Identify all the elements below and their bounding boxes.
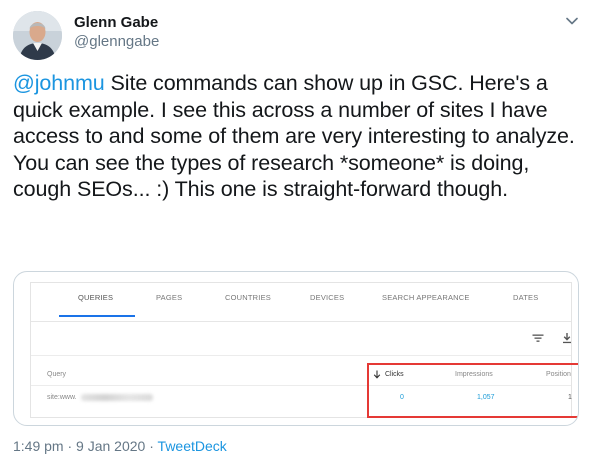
gsc-screenshot: QUERIES PAGES COUNTRIES DEVICES SEARCH A…: [30, 282, 578, 418]
download-icon: [560, 331, 574, 345]
meta-separator-2: ·: [149, 438, 154, 454]
author-handle[interactable]: @glenngabe: [74, 33, 159, 51]
author-name[interactable]: Glenn Gabe: [74, 14, 158, 32]
row-query: site:www.: [47, 394, 77, 401]
column-header-query: Query: [47, 371, 67, 378]
filter-icon: [531, 331, 545, 345]
media-card[interactable]: QUERIES PAGES COUNTRIES DEVICES SEARCH A…: [13, 271, 579, 426]
avatar[interactable]: [13, 11, 62, 60]
chevron-down-icon[interactable]: [562, 11, 582, 31]
tweet-date[interactable]: 9 Jan 2020: [76, 438, 145, 454]
highlight-box: [367, 363, 578, 418]
avatar-photo: [13, 11, 62, 60]
tab-bar: QUERIES PAGES COUNTRIES DEVICES SEARCH A…: [31, 283, 571, 321]
tweet-text: @johnmu Site commands can show up in GSC…: [13, 70, 583, 203]
tweet: Glenn Gabe @glenngabe @johnmu Site comma…: [0, 0, 590, 466]
tab-countries: COUNTRIES: [225, 293, 271, 302]
tab-search-appearance: SEARCH APPEARANCE: [382, 293, 470, 302]
tabs-divider: [31, 321, 571, 322]
table-top-divider: [31, 355, 571, 356]
meta-separator: ·: [67, 438, 73, 454]
tab-pages: PAGES: [156, 293, 183, 302]
active-tab-indicator: [59, 315, 135, 317]
tweet-metadata: 1:49 pm · 9 Jan 2020 · TweetDeck: [13, 437, 227, 455]
tab-devices: DEVICES: [310, 293, 345, 302]
tab-dates: DATES: [513, 293, 539, 302]
tab-queries: QUERIES: [78, 293, 114, 302]
redacted-domain: [81, 394, 153, 401]
source-link[interactable]: TweetDeck: [158, 438, 227, 454]
mention-link[interactable]: @johnmu: [13, 71, 105, 95]
tweet-time[interactable]: 1:49 pm: [13, 438, 64, 454]
